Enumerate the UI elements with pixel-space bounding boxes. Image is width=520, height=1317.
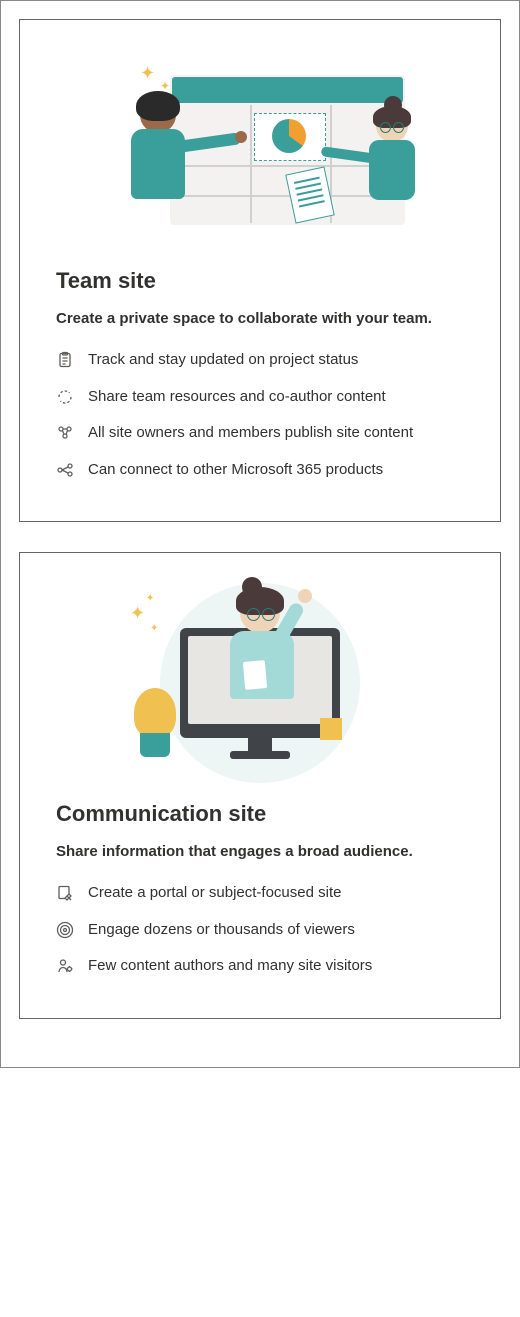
feature-item: Can connect to other Microsoft 365 produ… bbox=[56, 459, 464, 482]
team-site-card[interactable]: ✦ ✦ Team site Create a private space to … bbox=[19, 19, 501, 522]
card-title: Communication site bbox=[56, 801, 464, 827]
feature-item: Track and stay updated on project status bbox=[56, 349, 464, 372]
feature-text: Track and stay updated on project status bbox=[88, 349, 464, 372]
feature-text: Few content authors and many site visito… bbox=[88, 955, 464, 978]
feature-item: Share team resources and co-author conte… bbox=[56, 386, 464, 409]
card-subtitle: Share information that engages a broad a… bbox=[56, 841, 464, 862]
feature-text: All site owners and members publish site… bbox=[88, 422, 464, 445]
feature-item: Few content authors and many site visito… bbox=[56, 955, 464, 978]
cycle-icon bbox=[56, 388, 74, 406]
people-icon bbox=[56, 424, 74, 442]
feature-item: All site owners and members publish site… bbox=[56, 422, 464, 445]
clipboard-icon bbox=[56, 351, 74, 369]
card-title: Team site bbox=[56, 268, 464, 294]
communication-site-card[interactable]: ✦ ✦ ✦ Communication site Share inform bbox=[19, 552, 501, 1019]
feature-text: Can connect to other Microsoft 365 produ… bbox=[88, 459, 464, 482]
feature-text: Engage dozens or thousands of viewers bbox=[88, 919, 464, 942]
card-subtitle: Create a private space to collaborate wi… bbox=[56, 308, 464, 329]
page-icon bbox=[56, 884, 74, 902]
broadcast-icon bbox=[56, 921, 74, 939]
communication-site-illustration: ✦ ✦ ✦ bbox=[56, 583, 464, 783]
connect-icon bbox=[56, 461, 74, 479]
feature-item: Create a portal or subject-focused site bbox=[56, 882, 464, 905]
feature-text: Share team resources and co-author conte… bbox=[88, 386, 464, 409]
author-icon bbox=[56, 957, 74, 975]
feature-text: Create a portal or subject-focused site bbox=[88, 882, 464, 905]
feature-item: Engage dozens or thousands of viewers bbox=[56, 919, 464, 942]
team-site-illustration: ✦ ✦ bbox=[56, 50, 464, 250]
